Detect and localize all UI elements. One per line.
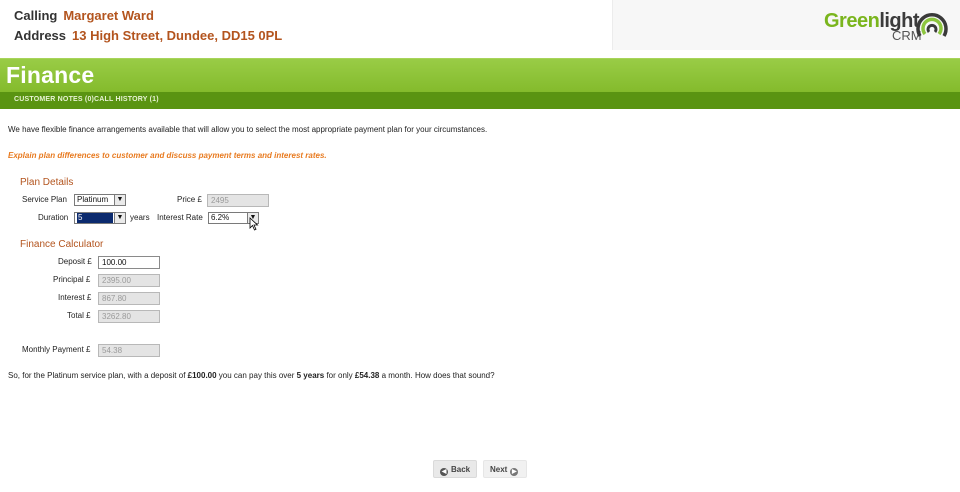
- arrow-left-icon: ◀: [440, 468, 448, 476]
- calling-row: Calling Margaret Ward: [14, 8, 154, 23]
- next-button[interactable]: Next ▶: [483, 460, 527, 478]
- address-label: Address: [14, 28, 67, 43]
- deposit-label: Deposit £: [58, 257, 92, 266]
- customer-header: Calling Margaret Ward Address 13 High Stre…: [0, 0, 960, 52]
- next-button-label: Next: [490, 465, 508, 474]
- payment-summary: So, for the Platinum service plan, with …: [8, 371, 495, 380]
- back-button[interactable]: ◀ Back: [433, 460, 477, 478]
- page-title-bar: Finance: [0, 58, 960, 92]
- call-history-link[interactable]: CALL HISTORY (1): [94, 96, 159, 103]
- intro-text: We have flexible finance arrangements av…: [8, 125, 488, 134]
- price-field: 2495: [207, 194, 269, 207]
- interest-field: 867.80: [98, 292, 160, 305]
- service-plan-label: Service Plan: [22, 195, 67, 204]
- interest-rate-label: Interest Rate: [157, 213, 203, 222]
- interest-rate-value: 6.2%: [211, 213, 230, 222]
- chevron-down-icon: ▼: [114, 213, 125, 223]
- summary-years: 5 years: [296, 371, 325, 380]
- chevron-down-icon: ▼: [114, 195, 125, 205]
- summary-deposit: £100.00: [187, 371, 217, 380]
- duration-select[interactable]: 5 ▼: [74, 212, 126, 224]
- summary-text-2: you can pay this over: [216, 371, 297, 380]
- monthly-payment-label: Monthly Payment £: [22, 345, 91, 354]
- price-label: Price £: [177, 195, 202, 204]
- greenlight-crm-logo: Greenlight CRM: [824, 6, 950, 46]
- monthly-payment-field: 54.38: [98, 344, 160, 357]
- customer-address: 13 High Street, Dundee, DD15 0PL: [72, 28, 283, 43]
- summary-text-4: a month. How does that sound?: [379, 371, 495, 380]
- duration-value: 5: [77, 213, 113, 223]
- logo-swirl-icon: [916, 13, 948, 37]
- total-field: 3262.80: [98, 310, 160, 323]
- calling-label: Calling: [14, 8, 58, 23]
- summary-text-1: So, for the Platinum service plan, with …: [8, 371, 188, 380]
- sub-nav-bar: CUSTOMER NOTES (0) CALL HISTORY (1): [0, 92, 960, 109]
- principal-field: 2395.00: [98, 274, 160, 287]
- customer-name: Margaret Ward: [63, 8, 154, 23]
- page-title: Finance: [6, 62, 95, 88]
- finance-calculator-heading: Finance Calculator: [20, 239, 104, 250]
- mouse-pointer-icon: [249, 217, 259, 231]
- plan-details-heading: Plan Details: [20, 177, 74, 188]
- logo-word-green: Green: [824, 10, 880, 32]
- back-button-label: Back: [451, 465, 471, 474]
- deposit-input[interactable]: 100.00: [98, 256, 160, 269]
- summary-text-3: for only: [324, 371, 355, 380]
- total-label: Total £: [67, 311, 91, 320]
- address-row: Address 13 High Street, Dundee, DD15 0PL: [14, 28, 282, 43]
- years-label: years: [130, 213, 150, 222]
- customer-notes-link[interactable]: CUSTOMER NOTES (0): [14, 96, 94, 103]
- principal-label: Principal £: [53, 275, 91, 284]
- summary-monthly: £54.38: [354, 371, 380, 380]
- duration-label: Duration: [38, 213, 69, 222]
- arrow-right-icon: ▶: [510, 468, 519, 476]
- service-plan-value: Platinum: [77, 195, 109, 204]
- interest-label: Interest £: [58, 293, 92, 302]
- service-plan-select[interactable]: Platinum ▼: [74, 194, 126, 206]
- agent-instruction: Explain plan differences to customer and…: [8, 151, 327, 160]
